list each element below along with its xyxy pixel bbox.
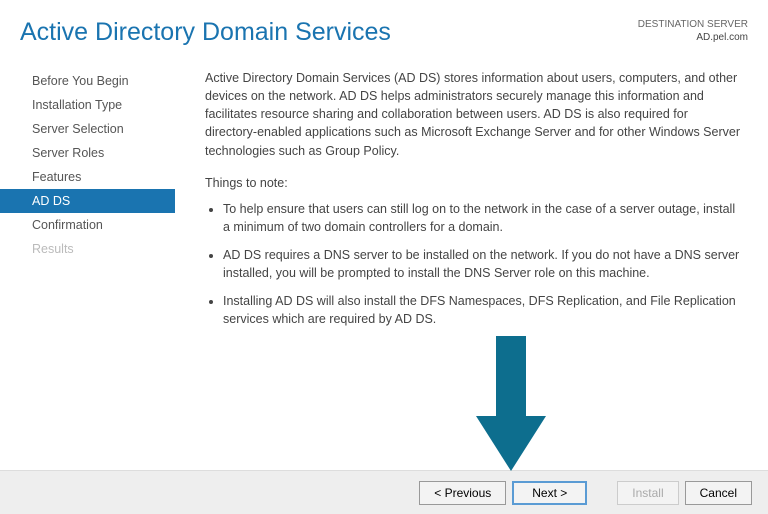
sidebar-item-server-selection[interactable]: Server Selection (0, 117, 175, 141)
wizard-footer: < Previous Next > Install Cancel (0, 470, 768, 514)
note-item: To help ensure that users can still log … (223, 200, 740, 236)
sidebar-item-confirmation[interactable]: Confirmation (0, 213, 175, 237)
wizard-sidebar: Before You Begin Installation Type Serve… (0, 63, 175, 339)
next-button[interactable]: Next > (512, 481, 587, 505)
install-button: Install (617, 481, 678, 505)
notes-list: To help ensure that users can still log … (205, 200, 740, 329)
destination-server-label: DESTINATION SERVER (638, 18, 748, 31)
destination-server-block: DESTINATION SERVER AD.pel.com (638, 18, 748, 44)
note-item: AD DS requires a DNS server to be instal… (223, 246, 740, 282)
intro-text: Active Directory Domain Services (AD DS)… (205, 69, 740, 160)
sidebar-item-server-roles[interactable]: Server Roles (0, 141, 175, 165)
main-content: Active Directory Domain Services (AD DS)… (175, 63, 768, 339)
sidebar-item-features[interactable]: Features (0, 165, 175, 189)
cancel-button[interactable]: Cancel (685, 481, 752, 505)
sidebar-item-ad-ds[interactable]: AD DS (0, 189, 175, 213)
note-item: Installing AD DS will also install the D… (223, 292, 740, 328)
destination-server-name: AD.pel.com (638, 31, 748, 44)
notes-heading: Things to note: (205, 174, 740, 192)
page-title: Active Directory Domain Services (20, 18, 391, 47)
sidebar-item-installation-type[interactable]: Installation Type (0, 93, 175, 117)
sidebar-item-results: Results (0, 237, 175, 261)
previous-button[interactable]: < Previous (419, 481, 506, 505)
sidebar-item-before-you-begin[interactable]: Before You Begin (0, 69, 175, 93)
annotation-arrow-icon (456, 336, 566, 476)
